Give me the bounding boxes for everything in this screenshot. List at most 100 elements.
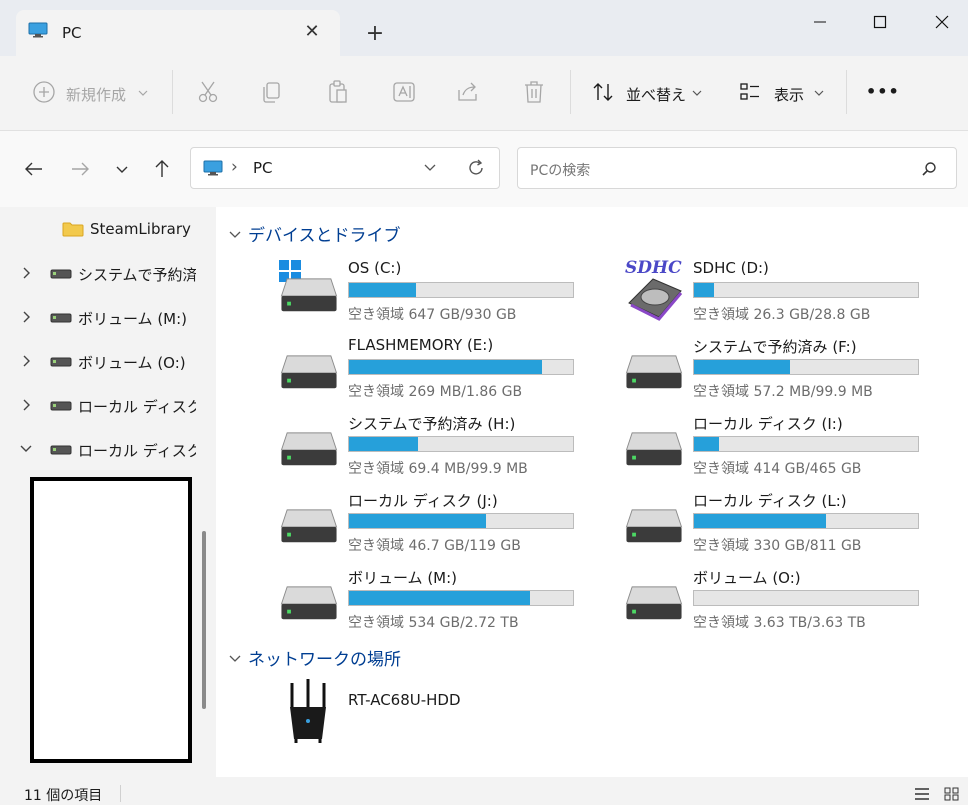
sidebar-item[interactable]: システムで予約済み <box>0 251 196 295</box>
share-icon[interactable] <box>454 78 482 106</box>
title-bar: PC ✕ + <box>0 0 968 56</box>
view-button[interactable]: 表示 <box>774 84 804 105</box>
sidebar-item-label: SteamLibrary <box>90 220 191 238</box>
sidebar-item-label: システムで予約済み <box>78 266 196 284</box>
folder-icon <box>62 222 84 237</box>
sort-button[interactable]: 並べ替え <box>626 84 686 105</box>
drive-usage-fill <box>349 437 419 451</box>
hard-drive-icon <box>280 432 338 466</box>
drive-usage-fill <box>349 591 531 605</box>
drive-name: ローカル ディスク (L:) <box>693 492 847 510</box>
copy-icon[interactable] <box>258 78 286 106</box>
drive-usage-bar <box>348 282 574 298</box>
sdhc-label-icon: SDHC <box>625 259 682 278</box>
sort-icon <box>593 83 613 101</box>
drive-free-space: 空き領域 414 GB/465 GB <box>693 461 862 477</box>
hard-drive-icon <box>625 586 683 620</box>
monitor-icon <box>28 22 48 38</box>
details-view-icon[interactable] <box>912 785 932 802</box>
sidebar-item[interactable]: ローカル ディスク (J:) <box>0 427 196 471</box>
drive-item[interactable]: システムで予約済み (H:) 空き領域 69.4 MB/99.9 MB <box>278 413 608 489</box>
hard-drive-icon <box>625 509 683 543</box>
drive-item[interactable]: ローカル ディスク (I:) 空き領域 414 GB/465 GB <box>623 413 953 489</box>
view-icon <box>740 83 759 100</box>
hard-drive-icon <box>625 355 683 389</box>
drive-name: ローカル ディスク (I:) <box>693 415 843 433</box>
chevron-down-icon <box>229 655 241 662</box>
new-button[interactable]: 新規作成 <box>66 84 126 105</box>
drive-free-space: 空き領域 534 GB/2.72 TB <box>348 615 519 631</box>
network-item-router[interactable]: RT-AC68U-HDD <box>286 679 516 749</box>
sidebar-item[interactable]: SteamLibrary <box>0 207 196 251</box>
drive-item[interactable]: ボリューム (O:) 空き領域 3.63 TB/3.63 TB <box>623 567 953 643</box>
drive-usage-fill <box>694 360 791 374</box>
chevron-down-icon[interactable] <box>423 162 437 174</box>
section-network-locations[interactable]: ネットワークの場所 <box>228 645 401 670</box>
drive-item[interactable]: OS (C:) 空き領域 647 GB/930 GB <box>278 259 608 335</box>
drive-item[interactable]: システムで予約済み (F:) 空き領域 57.2 MB/99.9 MB <box>623 336 953 412</box>
navigation-pane: SteamLibrary システムで予約済みボリューム (M:) ボリューム (O:… <box>0 207 216 777</box>
maximize-button[interactable] <box>860 8 900 36</box>
drive-item[interactable]: FLASHMEMORY (E:) 空き領域 269 MB/1.86 GB <box>278 336 608 412</box>
sidebar-scrollbar[interactable] <box>202 531 206 709</box>
new-tab-button[interactable]: + <box>360 20 390 50</box>
drive-icon <box>50 401 72 411</box>
close-window-button[interactable] <box>922 8 962 36</box>
sidebar-item[interactable]: ローカル ディスク (I:) <box>0 383 196 427</box>
chevron-right-icon[interactable] <box>18 353 34 369</box>
up-button[interactable] <box>148 155 176 183</box>
drive-name: ローカル ディスク (J:) <box>348 492 498 510</box>
paste-icon[interactable] <box>324 78 352 106</box>
chevron-right-icon[interactable] <box>18 309 34 325</box>
drive-item[interactable]: ローカル ディスク (L:) 空き領域 330 GB/811 GB <box>623 490 953 566</box>
drive-free-space: 空き領域 647 GB/930 GB <box>348 307 517 323</box>
drive-name: ボリューム (O:) <box>693 569 801 587</box>
drive-usage-fill <box>349 283 417 297</box>
rename-icon[interactable] <box>390 78 418 106</box>
section-devices-and-drives[interactable]: デバイスとドライブ <box>228 221 401 246</box>
chevron-down-icon[interactable] <box>18 441 34 457</box>
command-bar: 新規作成 並べ替え 表示 ••• <box>0 56 968 131</box>
minimize-button[interactable] <box>800 8 840 36</box>
content-pane: デバイスとドライブ OS (C:) 空き領域 647 GB/930 GB SDHC S… <box>216 207 968 777</box>
drive-free-space: 空き領域 46.7 GB/119 GB <box>348 538 521 554</box>
drive-item[interactable]: ローカル ディスク (J:) 空き領域 46.7 GB/119 GB <box>278 490 608 566</box>
close-tab-button[interactable]: ✕ <box>300 20 324 44</box>
more-options-button[interactable]: ••• <box>866 82 900 101</box>
refresh-icon[interactable] <box>465 157 487 179</box>
delete-icon[interactable] <box>520 78 548 106</box>
chevron-right-icon[interactable] <box>18 265 34 281</box>
drive-name: システムで予約済み (F:) <box>693 338 857 356</box>
drive-usage-bar <box>693 282 919 298</box>
back-button[interactable] <box>20 155 48 183</box>
drive-usage-bar <box>693 436 919 452</box>
tab-pc[interactable]: PC ✕ <box>16 10 340 56</box>
breadcrumb-pc[interactable]: PC <box>253 159 273 177</box>
search-icon[interactable] <box>920 160 938 178</box>
drive-free-space: 空き領域 330 GB/811 GB <box>693 538 862 554</box>
cut-icon[interactable] <box>194 78 222 106</box>
drive-usage-fill <box>694 437 719 451</box>
search-box[interactable]: PCの検索 <box>517 147 957 189</box>
sidebar-item-label: ボリューム (M:) <box>78 310 188 328</box>
drive-usage-fill <box>349 360 542 374</box>
drive-usage-bar <box>348 513 574 529</box>
sidebar-item[interactable]: ボリューム (O:) <box>0 339 196 383</box>
drive-item[interactable]: ボリューム (M:) 空き領域 534 GB/2.72 TB <box>278 567 608 643</box>
drive-usage-bar <box>348 359 574 375</box>
drive-item[interactable]: SDHC SDHC (D:) 空き領域 26.3 GB/28.8 GB <box>623 259 953 335</box>
address-bar[interactable]: › PC <box>190 147 500 189</box>
drive-icon <box>50 445 72 455</box>
chevron-right-icon[interactable] <box>18 397 34 413</box>
divider <box>172 70 173 114</box>
recent-locations-button[interactable] <box>108 155 136 183</box>
forward-button[interactable] <box>66 155 94 183</box>
search-input[interactable]: PCの検索 <box>530 160 590 180</box>
drive-free-space: 空き領域 57.2 MB/99.9 MB <box>693 384 873 400</box>
sidebar-item-label: ローカル ディスク (I:) <box>78 398 196 416</box>
chevron-down-icon <box>229 231 241 238</box>
drive-usage-bar <box>693 359 919 375</box>
sidebar-item[interactable]: ボリューム (M:) <box>0 295 196 339</box>
divider <box>846 70 847 114</box>
tiles-view-icon[interactable] <box>942 785 962 802</box>
